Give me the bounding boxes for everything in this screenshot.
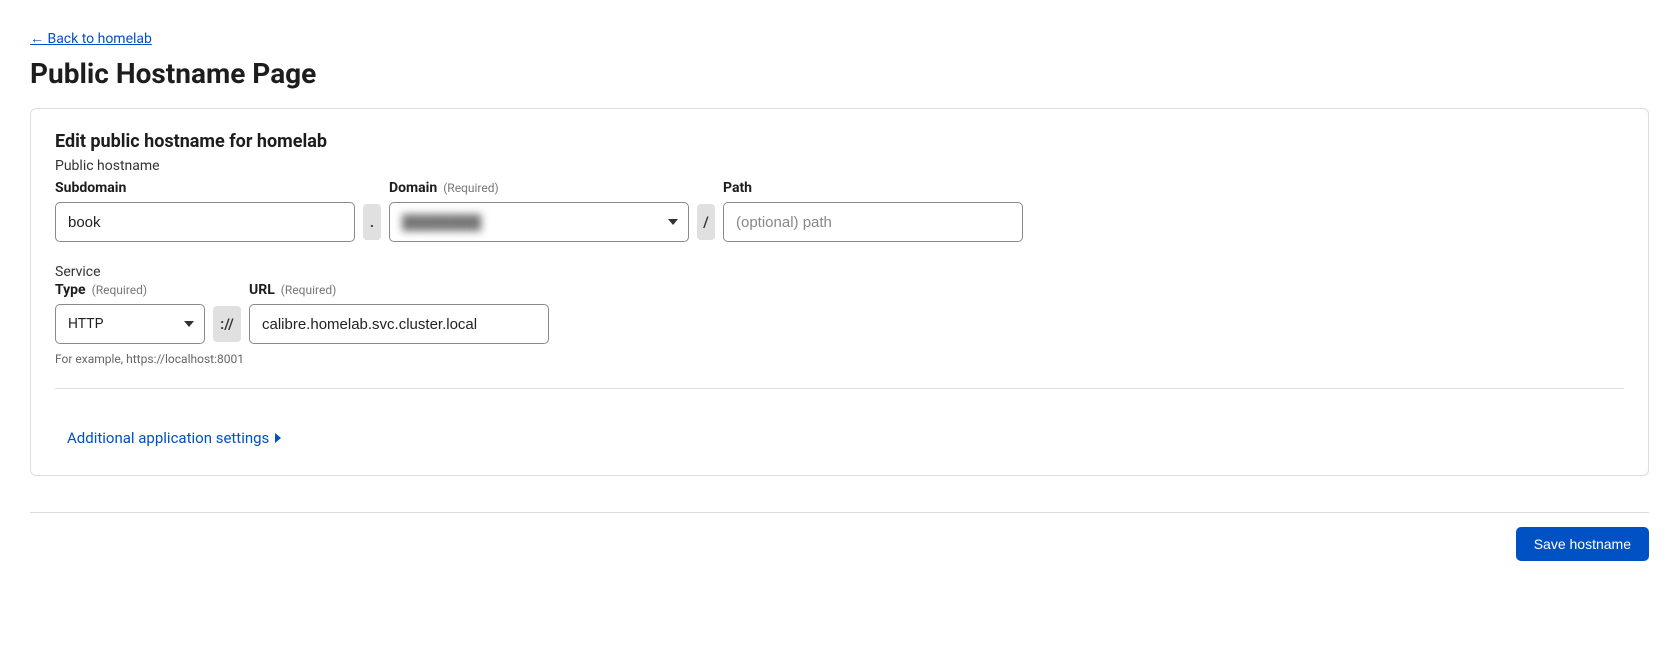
page-title: Public Hostname Page (30, 57, 1649, 90)
subdomain-label-text: Subdomain (55, 180, 126, 196)
path-label-text: Path (723, 180, 752, 196)
slash-separator: / (697, 204, 715, 240)
subdomain-label: Subdomain (55, 180, 355, 196)
chevron-down-icon (668, 219, 678, 225)
domain-select[interactable]: ████████ (389, 202, 689, 242)
footer-actions: Save hostname (30, 527, 1649, 561)
domain-value: ████████ (402, 214, 481, 231)
divider (55, 388, 1624, 389)
service-label: Service (55, 264, 1624, 280)
url-label: URL (Required) (249, 282, 549, 298)
url-required: (Required) (281, 283, 336, 297)
type-required: (Required) (92, 283, 147, 297)
subdomain-input[interactable] (55, 202, 355, 242)
type-label-text: Type (55, 282, 86, 298)
additional-settings-toggle[interactable]: Additional application settings (67, 429, 281, 447)
dot-separator: . (363, 204, 381, 240)
card-subtitle: Public hostname (55, 158, 1624, 174)
url-label-text: URL (249, 282, 275, 298)
additional-settings-label: Additional application settings (67, 429, 269, 447)
footer-divider (30, 512, 1649, 513)
domain-label-text: Domain (389, 180, 437, 196)
chevron-down-icon (184, 321, 194, 327)
hostname-row: Subdomain . Domain (Required) ████████ /… (55, 180, 1624, 242)
path-label: Path (723, 180, 1023, 196)
type-value: HTTP (68, 316, 103, 332)
domain-label: Domain (Required) (389, 180, 689, 196)
scheme-separator: :// (213, 306, 241, 342)
type-select[interactable]: HTTP (55, 304, 205, 344)
type-label: Type (Required) (55, 282, 205, 298)
card-heading: Edit public hostname for homelab (55, 131, 1624, 152)
save-button[interactable]: Save hostname (1516, 527, 1649, 561)
hostname-card: Edit public hostname for homelab Public … (30, 108, 1649, 476)
service-row: Type (Required) HTTP :// URL (Required) (55, 282, 1624, 344)
caret-right-icon (275, 433, 281, 443)
domain-required: (Required) (443, 181, 498, 195)
path-input[interactable] (723, 202, 1023, 242)
url-input[interactable] (249, 304, 549, 344)
back-link[interactable]: ← Back to homelab (30, 30, 152, 47)
service-hint: For example, https://localhost:8001 (55, 352, 1624, 366)
